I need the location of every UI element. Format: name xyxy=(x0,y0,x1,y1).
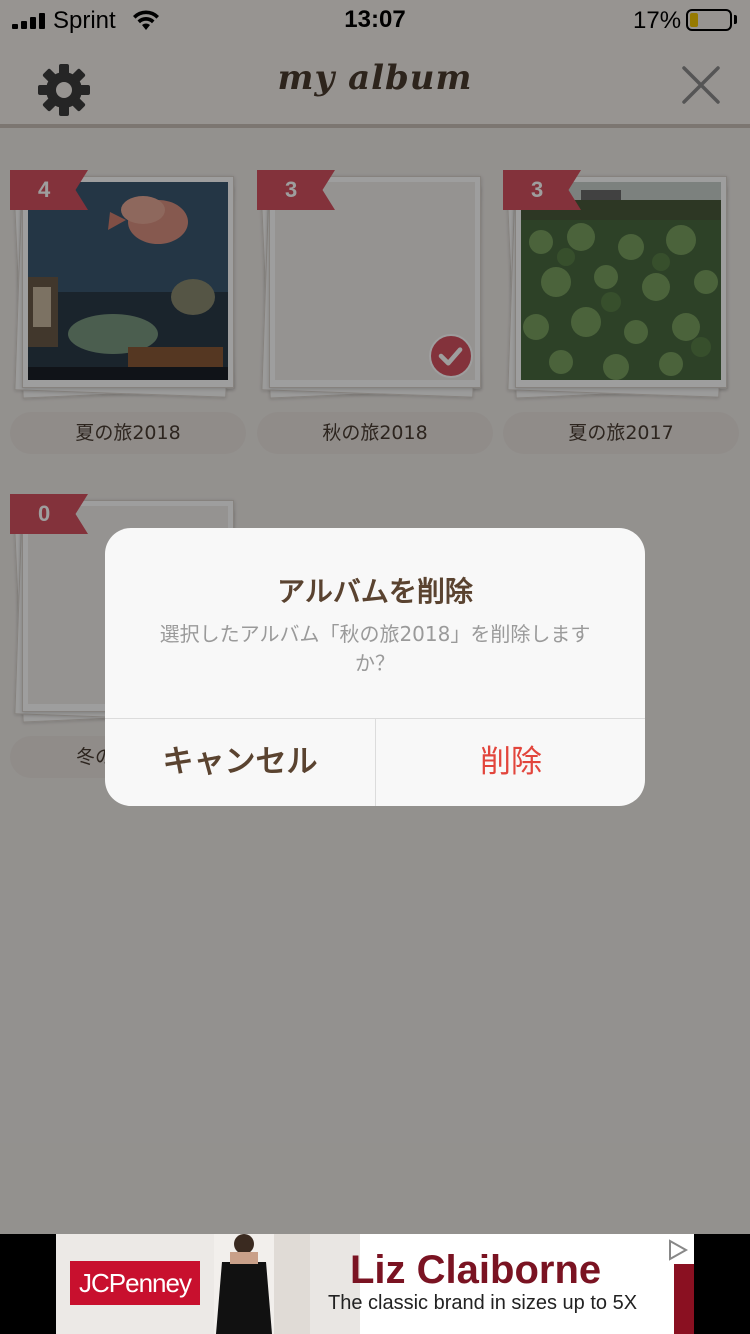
dialog-title: アルバムを削除 xyxy=(277,575,473,608)
ad-decoration xyxy=(674,1264,694,1334)
ad-tagline: The classic brand in sizes up to 5X xyxy=(328,1292,638,1314)
ad-area: JCPenney Liz Claiborne The classic brand… xyxy=(0,1234,750,1334)
ad-headline: Liz Claiborne xyxy=(350,1248,602,1292)
ad-model-image xyxy=(214,1234,310,1334)
ad-banner[interactable]: JCPenney Liz Claiborne The classic brand… xyxy=(56,1234,694,1334)
delete-album-dialog: アルバムを削除 選択したアルバム「秋の旅2018」を削除しますか？ キャンセル … xyxy=(105,528,645,806)
ad-choices-icon[interactable] xyxy=(666,1238,690,1262)
dialog-message: 選択したアルバム「秋の旅2018」を削除しますか？ xyxy=(159,622,591,675)
ad-brand-logo: JCPenney xyxy=(70,1261,200,1305)
cancel-button[interactable]: キャンセル xyxy=(105,719,375,806)
delete-button[interactable]: 削除 xyxy=(376,719,645,806)
ad-logo-panel: JCPenney xyxy=(56,1234,214,1334)
